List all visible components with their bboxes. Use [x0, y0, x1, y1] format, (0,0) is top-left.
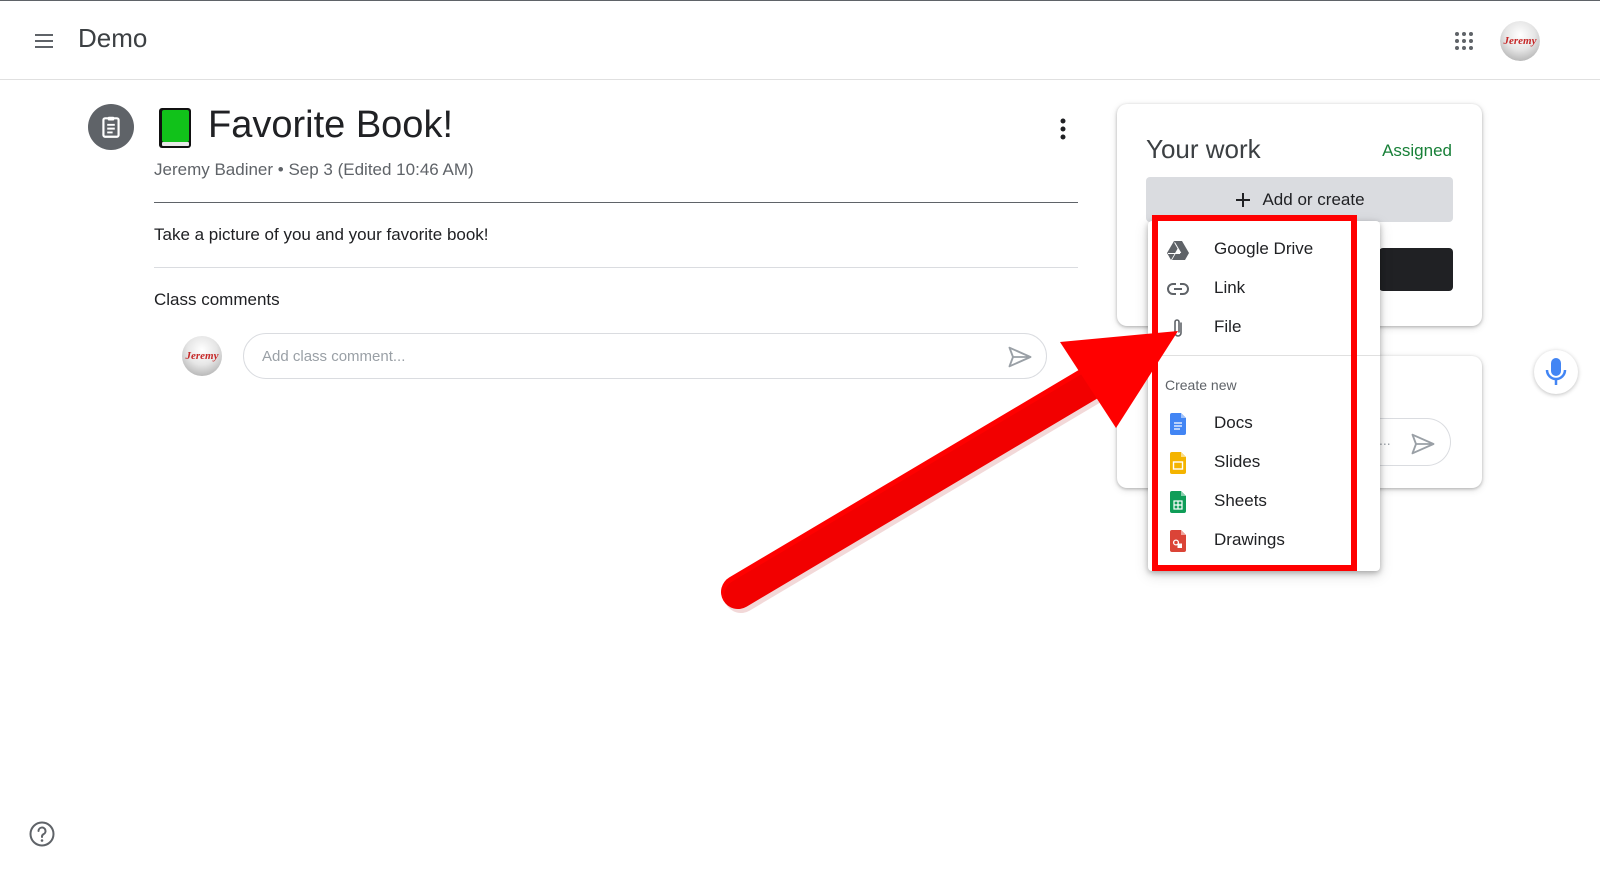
title-divider	[154, 202, 1078, 203]
assignment-description: Take a picture of you and your favorite …	[154, 225, 489, 244]
class-comment-field	[243, 333, 1047, 379]
post-comment-button[interactable]	[1006, 343, 1034, 371]
add-or-create-label: Add or create	[1262, 189, 1365, 209]
more-options-button[interactable]	[1048, 112, 1078, 146]
assignment-icon	[88, 104, 134, 150]
mark-as-done-button[interactable]	[1379, 248, 1453, 291]
send-icon	[1008, 346, 1032, 368]
voice-input-button[interactable]	[1534, 350, 1578, 394]
more-vert-icon	[1060, 118, 1066, 140]
main-menu-button[interactable]	[24, 21, 64, 61]
commenter-avatar: Jeremy	[182, 336, 222, 376]
description-divider	[154, 267, 1078, 268]
avatar-label: Jeremy	[185, 350, 219, 362]
class-comments-heading: Class comments	[154, 290, 280, 309]
private-comment-placeholder: ...	[1379, 432, 1391, 448]
account-avatar[interactable]: Jeremy	[1500, 21, 1540, 61]
post-private-comment-button[interactable]	[1409, 430, 1437, 458]
class-comment-input[interactable]	[262, 334, 982, 378]
your-work-title: Your work	[1146, 134, 1261, 164]
assignment-status: Assigned	[1382, 141, 1452, 160]
microphone-icon	[1545, 358, 1567, 385]
help-button[interactable]	[28, 820, 56, 848]
top-app-bar: Demo Jeremy	[0, 0, 1600, 80]
avatar-image: Jeremy	[1500, 21, 1540, 61]
class-title[interactable]: Demo	[78, 23, 147, 54]
send-icon	[1411, 433, 1435, 455]
plus-icon	[1236, 192, 1251, 207]
help-icon	[29, 821, 55, 847]
assignment-title: Favorite Book!	[208, 104, 453, 146]
annotation-highlight-box	[1152, 215, 1357, 571]
avatar-label: Jeremy	[1503, 35, 1537, 47]
green-book-icon	[156, 106, 194, 150]
apps-grid-icon	[1455, 32, 1473, 50]
hamburger-menu-icon	[35, 34, 53, 48]
google-apps-button[interactable]	[1444, 21, 1484, 61]
avatar-image: Jeremy	[182, 336, 222, 376]
assignment-meta: Jeremy Badiner • Sep 3 (Edited 10:46 AM)	[154, 160, 474, 179]
